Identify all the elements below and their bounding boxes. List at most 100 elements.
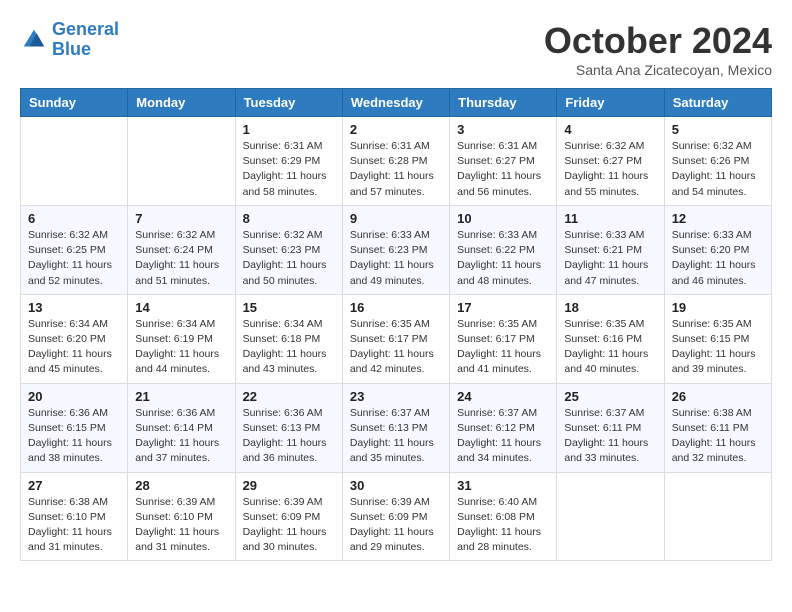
day-info: Sunrise: 6:34 AM Sunset: 6:19 PM Dayligh… (135, 317, 227, 378)
calendar-cell: 9 Sunrise: 6:33 AM Sunset: 6:23 PM Dayli… (342, 205, 449, 294)
calendar-cell: 2 Sunrise: 6:31 AM Sunset: 6:28 PM Dayli… (342, 117, 449, 206)
calendar-week-row: 1 Sunrise: 6:31 AM Sunset: 6:29 PM Dayli… (21, 117, 772, 206)
calendar-cell: 31 Sunrise: 6:40 AM Sunset: 6:08 PM Dayl… (450, 472, 557, 561)
calendar-cell: 13 Sunrise: 6:34 AM Sunset: 6:20 PM Dayl… (21, 294, 128, 383)
day-info: Sunrise: 6:34 AM Sunset: 6:18 PM Dayligh… (243, 317, 335, 378)
calendar-week-row: 6 Sunrise: 6:32 AM Sunset: 6:25 PM Dayli… (21, 205, 772, 294)
title-block: October 2024 Santa Ana Zicatecoyan, Mexi… (544, 20, 772, 78)
day-number: 25 (564, 389, 656, 404)
page-header: General Blue October 2024 Santa Ana Zica… (20, 20, 772, 78)
day-number: 2 (350, 122, 442, 137)
day-info: Sunrise: 6:35 AM Sunset: 6:15 PM Dayligh… (672, 317, 764, 378)
logo: General Blue (20, 20, 119, 60)
day-info: Sunrise: 6:31 AM Sunset: 6:27 PM Dayligh… (457, 139, 549, 200)
day-number: 16 (350, 300, 442, 315)
day-number: 18 (564, 300, 656, 315)
logo-text: General Blue (52, 20, 119, 60)
day-info: Sunrise: 6:33 AM Sunset: 6:20 PM Dayligh… (672, 228, 764, 289)
day-info: Sunrise: 6:33 AM Sunset: 6:22 PM Dayligh… (457, 228, 549, 289)
day-info: Sunrise: 6:35 AM Sunset: 6:17 PM Dayligh… (457, 317, 549, 378)
calendar-cell: 19 Sunrise: 6:35 AM Sunset: 6:15 PM Dayl… (664, 294, 771, 383)
day-number: 5 (672, 122, 764, 137)
calendar-cell (128, 117, 235, 206)
day-info: Sunrise: 6:33 AM Sunset: 6:23 PM Dayligh… (350, 228, 442, 289)
day-info: Sunrise: 6:32 AM Sunset: 6:25 PM Dayligh… (28, 228, 120, 289)
calendar-cell: 8 Sunrise: 6:32 AM Sunset: 6:23 PM Dayli… (235, 205, 342, 294)
calendar-cell: 3 Sunrise: 6:31 AM Sunset: 6:27 PM Dayli… (450, 117, 557, 206)
day-info: Sunrise: 6:32 AM Sunset: 6:23 PM Dayligh… (243, 228, 335, 289)
calendar-cell: 30 Sunrise: 6:39 AM Sunset: 6:09 PM Dayl… (342, 472, 449, 561)
day-number: 19 (672, 300, 764, 315)
calendar-cell: 20 Sunrise: 6:36 AM Sunset: 6:15 PM Dayl… (21, 383, 128, 472)
day-number: 1 (243, 122, 335, 137)
day-number: 8 (243, 211, 335, 226)
day-number: 27 (28, 478, 120, 493)
calendar-cell: 22 Sunrise: 6:36 AM Sunset: 6:13 PM Dayl… (235, 383, 342, 472)
calendar-cell: 29 Sunrise: 6:39 AM Sunset: 6:09 PM Dayl… (235, 472, 342, 561)
day-number: 24 (457, 389, 549, 404)
day-number: 9 (350, 211, 442, 226)
day-number: 23 (350, 389, 442, 404)
day-number: 4 (564, 122, 656, 137)
calendar-cell: 28 Sunrise: 6:39 AM Sunset: 6:10 PM Dayl… (128, 472, 235, 561)
calendar-cell: 18 Sunrise: 6:35 AM Sunset: 6:16 PM Dayl… (557, 294, 664, 383)
day-info: Sunrise: 6:36 AM Sunset: 6:13 PM Dayligh… (243, 406, 335, 467)
calendar-cell: 26 Sunrise: 6:38 AM Sunset: 6:11 PM Dayl… (664, 383, 771, 472)
day-number: 20 (28, 389, 120, 404)
weekday-header: Saturday (664, 89, 771, 117)
day-number: 28 (135, 478, 227, 493)
day-number: 11 (564, 211, 656, 226)
day-number: 15 (243, 300, 335, 315)
day-info: Sunrise: 6:36 AM Sunset: 6:15 PM Dayligh… (28, 406, 120, 467)
calendar-cell: 12 Sunrise: 6:33 AM Sunset: 6:20 PM Dayl… (664, 205, 771, 294)
calendar-cell: 7 Sunrise: 6:32 AM Sunset: 6:24 PM Dayli… (128, 205, 235, 294)
calendar-cell: 23 Sunrise: 6:37 AM Sunset: 6:13 PM Dayl… (342, 383, 449, 472)
weekday-header: Monday (128, 89, 235, 117)
day-info: Sunrise: 6:37 AM Sunset: 6:12 PM Dayligh… (457, 406, 549, 467)
day-info: Sunrise: 6:32 AM Sunset: 6:27 PM Dayligh… (564, 139, 656, 200)
calendar-week-row: 20 Sunrise: 6:36 AM Sunset: 6:15 PM Dayl… (21, 383, 772, 472)
day-number: 17 (457, 300, 549, 315)
day-info: Sunrise: 6:31 AM Sunset: 6:29 PM Dayligh… (243, 139, 335, 200)
day-info: Sunrise: 6:40 AM Sunset: 6:08 PM Dayligh… (457, 495, 549, 556)
calendar-cell (557, 472, 664, 561)
calendar-cell (664, 472, 771, 561)
day-number: 12 (672, 211, 764, 226)
weekday-header: Friday (557, 89, 664, 117)
day-number: 22 (243, 389, 335, 404)
day-info: Sunrise: 6:36 AM Sunset: 6:14 PM Dayligh… (135, 406, 227, 467)
calendar-cell (21, 117, 128, 206)
day-info: Sunrise: 6:35 AM Sunset: 6:17 PM Dayligh… (350, 317, 442, 378)
day-info: Sunrise: 6:38 AM Sunset: 6:11 PM Dayligh… (672, 406, 764, 467)
calendar-cell: 27 Sunrise: 6:38 AM Sunset: 6:10 PM Dayl… (21, 472, 128, 561)
day-number: 7 (135, 211, 227, 226)
day-number: 31 (457, 478, 549, 493)
calendar-week-row: 13 Sunrise: 6:34 AM Sunset: 6:20 PM Dayl… (21, 294, 772, 383)
day-info: Sunrise: 6:39 AM Sunset: 6:10 PM Dayligh… (135, 495, 227, 556)
logo-icon (20, 26, 48, 54)
weekday-header: Sunday (21, 89, 128, 117)
day-info: Sunrise: 6:39 AM Sunset: 6:09 PM Dayligh… (243, 495, 335, 556)
location-subtitle: Santa Ana Zicatecoyan, Mexico (544, 62, 772, 78)
calendar-cell: 10 Sunrise: 6:33 AM Sunset: 6:22 PM Dayl… (450, 205, 557, 294)
day-info: Sunrise: 6:33 AM Sunset: 6:21 PM Dayligh… (564, 228, 656, 289)
weekday-header: Wednesday (342, 89, 449, 117)
day-number: 26 (672, 389, 764, 404)
day-info: Sunrise: 6:31 AM Sunset: 6:28 PM Dayligh… (350, 139, 442, 200)
day-info: Sunrise: 6:32 AM Sunset: 6:24 PM Dayligh… (135, 228, 227, 289)
calendar-cell: 25 Sunrise: 6:37 AM Sunset: 6:11 PM Dayl… (557, 383, 664, 472)
day-number: 6 (28, 211, 120, 226)
day-info: Sunrise: 6:38 AM Sunset: 6:10 PM Dayligh… (28, 495, 120, 556)
calendar-cell: 24 Sunrise: 6:37 AM Sunset: 6:12 PM Dayl… (450, 383, 557, 472)
day-number: 30 (350, 478, 442, 493)
calendar-header-row: SundayMondayTuesdayWednesdayThursdayFrid… (21, 89, 772, 117)
day-number: 14 (135, 300, 227, 315)
month-title: October 2024 (544, 20, 772, 62)
calendar-cell: 11 Sunrise: 6:33 AM Sunset: 6:21 PM Dayl… (557, 205, 664, 294)
weekday-header: Thursday (450, 89, 557, 117)
calendar-cell: 5 Sunrise: 6:32 AM Sunset: 6:26 PM Dayli… (664, 117, 771, 206)
calendar-cell: 17 Sunrise: 6:35 AM Sunset: 6:17 PM Dayl… (450, 294, 557, 383)
calendar-cell: 16 Sunrise: 6:35 AM Sunset: 6:17 PM Dayl… (342, 294, 449, 383)
calendar-cell: 1 Sunrise: 6:31 AM Sunset: 6:29 PM Dayli… (235, 117, 342, 206)
day-info: Sunrise: 6:37 AM Sunset: 6:13 PM Dayligh… (350, 406, 442, 467)
